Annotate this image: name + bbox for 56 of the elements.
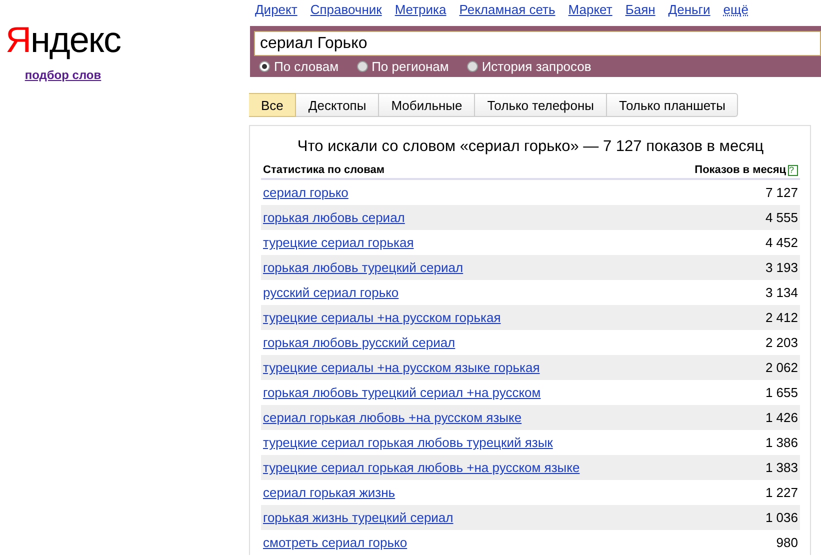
keyword-link[interactable]: горькая жизнь турецкий сериал xyxy=(263,510,454,525)
yandex-logo[interactable]: Яндекс xyxy=(5,20,121,60)
impressions-count: 1 383 xyxy=(765,460,798,475)
keyword-link[interactable]: горькая любовь турецкий сериал xyxy=(263,260,464,275)
search-mode-option[interactable]: По регионам xyxy=(356,59,449,74)
nav-link[interactable]: Баян xyxy=(625,2,656,26)
nav-link[interactable]: ещё xyxy=(723,2,748,26)
nav-link[interactable]: Рекламная сеть xyxy=(459,2,556,26)
column-header: Показов в месяц xyxy=(694,164,786,176)
search-field[interactable]: сериал Горько xyxy=(254,31,821,56)
device-tab[interactable]: Все xyxy=(249,93,296,117)
device-tab[interactable]: Только планшеты xyxy=(607,93,738,117)
keyword-link[interactable]: турецкие сериал горькая любовь турецкий язык xyxy=(263,435,553,450)
column-header: Статистика по словам xyxy=(263,164,385,176)
keyword-tool-link[interactable]: подбор слов xyxy=(24,68,102,82)
keyword-link[interactable]: турецкие сериал горькая любовь +на русском языке xyxy=(263,460,580,475)
device-tab[interactable]: Только телефоны xyxy=(475,93,608,117)
keyword-link[interactable]: турецкие сериалы +на русском горькая xyxy=(263,310,501,325)
impressions-count: 1 655 xyxy=(765,385,798,400)
keyword-link[interactable]: горькая любовь сериал xyxy=(263,210,405,225)
impressions-count: 2 203 xyxy=(765,335,798,350)
impressions-count: 1 426 xyxy=(765,410,798,425)
search-mode-option[interactable]: По словам xyxy=(259,59,339,74)
radio-icon[interactable] xyxy=(356,61,368,72)
nav-link[interactable]: Метрика xyxy=(394,2,446,26)
table-title: Что искали со словом «сериал горько» — 7 127 показов в месяц xyxy=(296,138,765,156)
nav-link[interactable]: Маркет xyxy=(568,2,612,26)
help-icon[interactable]: ? xyxy=(788,164,798,176)
keyword-link[interactable]: сериал горькая любовь +на русском языке xyxy=(263,410,522,425)
radio-icon[interactable] xyxy=(259,61,270,72)
impressions-count: 2 412 xyxy=(765,310,798,325)
device-tab[interactable]: Десктопы xyxy=(296,93,380,117)
device-tab[interactable]: Мобильные xyxy=(379,93,476,117)
search-mode-option[interactable]: История запросов xyxy=(466,59,592,74)
impressions-count: 4 452 xyxy=(765,235,798,250)
impressions-count: 1 386 xyxy=(765,435,798,450)
keyword-link[interactable]: горькая любовь турецкий сериал +на русском xyxy=(263,385,541,400)
radio-icon[interactable] xyxy=(466,61,478,72)
impressions-count: 7 127 xyxy=(765,185,798,200)
impressions-count: 2 062 xyxy=(765,360,798,375)
keyword-link[interactable]: турецкие сериал горькая xyxy=(263,235,414,250)
keyword-link[interactable]: русский сериал горько xyxy=(263,285,399,300)
keyword-link[interactable]: горькая любовь русский сериал xyxy=(263,335,456,350)
impressions-count: 1 227 xyxy=(765,485,798,500)
keyword-link[interactable]: сериал горько xyxy=(263,185,348,200)
impressions-count: 3 134 xyxy=(765,285,798,300)
impressions-count: 1 036 xyxy=(765,510,798,525)
impressions-count: 980 xyxy=(776,535,798,550)
keyword-link[interactable]: смотреть сериал горько xyxy=(263,535,408,550)
nav-link[interactable]: Справочник xyxy=(310,2,382,26)
impressions-count: 4 555 xyxy=(765,210,798,225)
nav-link[interactable]: Деньги xyxy=(668,2,710,26)
nav-link[interactable]: Директ xyxy=(255,2,298,26)
impressions-count: 3 193 xyxy=(765,260,798,275)
keyword-link[interactable]: турецкие сериалы +на русском языке горькая xyxy=(263,360,540,375)
keyword-link[interactable]: сериал горькая жизнь xyxy=(263,485,396,500)
